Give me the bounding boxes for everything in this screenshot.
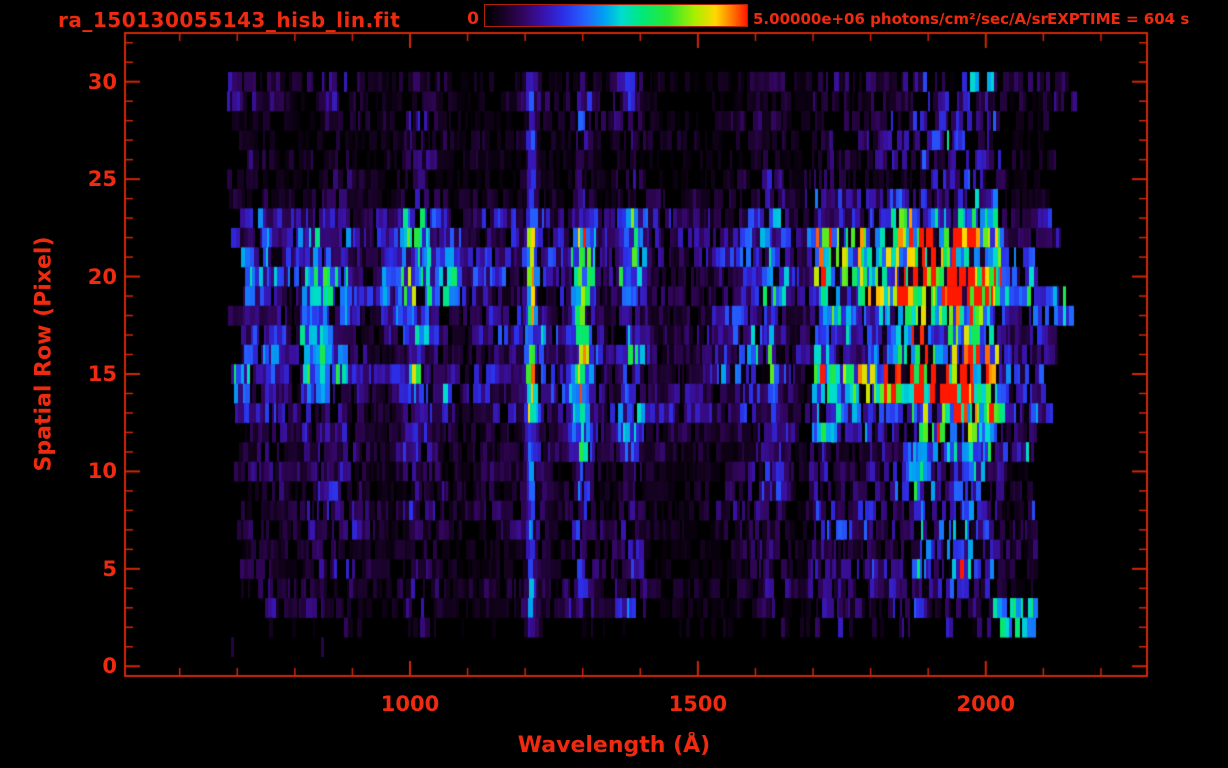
spectrogram-viewer-window: ra_150130055143_hisb_lin.fit 0 5.00000e+… bbox=[0, 0, 1228, 768]
spectrogram-canvas bbox=[0, 0, 1228, 768]
colorbar-gradient bbox=[484, 4, 748, 27]
colorbar-min-label: 0 bbox=[467, 9, 479, 29]
y-tick-label: 15 bbox=[87, 361, 117, 386]
y-tick-label: 30 bbox=[87, 69, 117, 94]
x-axis-title: Wavelength (Å) bbox=[517, 733, 711, 758]
y-tick-label: 10 bbox=[87, 459, 117, 484]
y-tick-label: 0 bbox=[102, 654, 117, 679]
y-tick-label: 20 bbox=[87, 264, 117, 289]
fits-filename-title: ra_150130055143_hisb_lin.fit bbox=[58, 8, 401, 32]
x-tick-label: 2000 bbox=[956, 692, 1015, 716]
y-tick-label: 5 bbox=[102, 556, 117, 581]
colorbar-max-label: 5.00000e+06 photons/cm²/sec/A/sr bbox=[753, 10, 1048, 28]
x-tick-label: 1500 bbox=[668, 692, 728, 716]
y-tick-label: 25 bbox=[87, 167, 117, 192]
exptime-label: EXPTIME = 604 s bbox=[1047, 10, 1190, 28]
x-tick-label: 1000 bbox=[380, 692, 440, 716]
